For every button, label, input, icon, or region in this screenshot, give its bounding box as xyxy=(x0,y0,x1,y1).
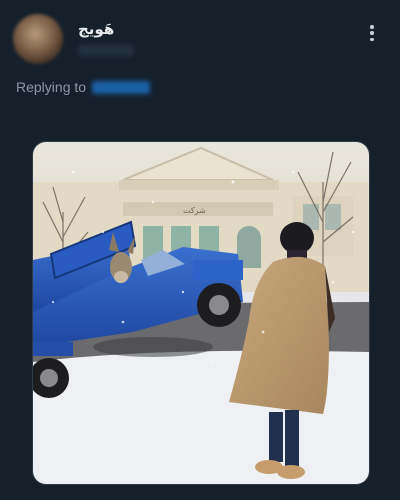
replying-to: Replying to xyxy=(16,79,151,95)
reply-mention-link[interactable] xyxy=(92,80,151,94)
user-handle-redacted[interactable] xyxy=(78,45,134,56)
street-photo: شرکت xyxy=(33,142,369,484)
post-media-image[interactable]: شرکت xyxy=(32,141,370,485)
display-name[interactable]: هَويج xyxy=(78,20,114,38)
svg-text:شرکت: شرکت xyxy=(183,206,206,215)
more-dot xyxy=(370,37,374,41)
post-header: هَويج xyxy=(0,0,400,80)
more-dot xyxy=(370,31,374,35)
avatar[interactable] xyxy=(13,14,63,64)
more-dot xyxy=(370,25,374,29)
more-vertical-icon[interactable] xyxy=(362,22,382,44)
replying-to-label: Replying to xyxy=(16,79,87,95)
